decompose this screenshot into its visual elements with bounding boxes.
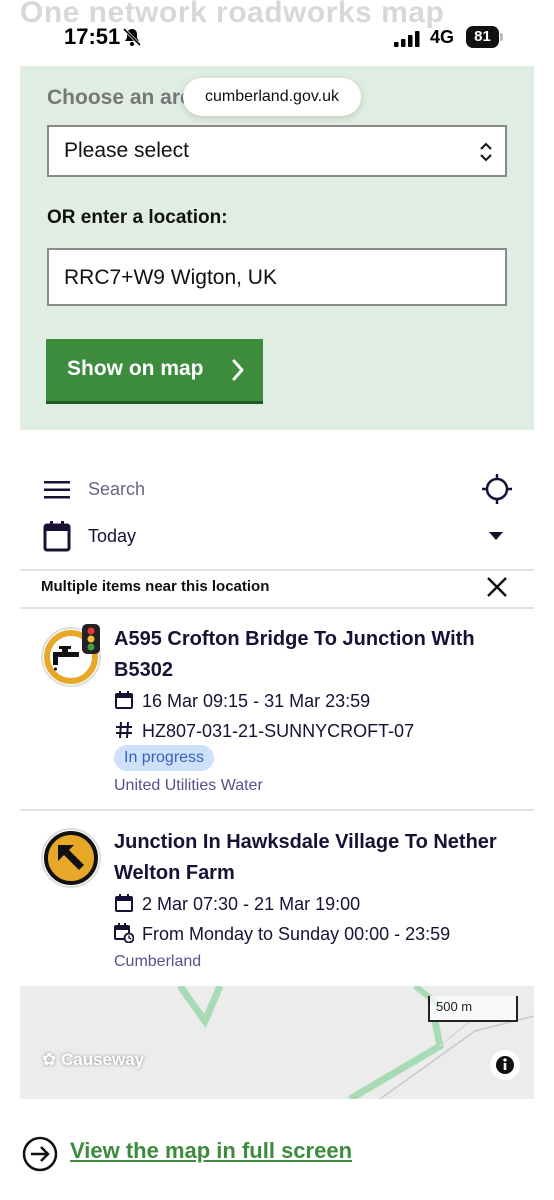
map-search-bar: Search xyxy=(0,466,554,512)
result-reference: HZ807-031-21-SUNNYCROFT-07 xyxy=(114,720,414,742)
enter-location-label: OR enter a location: xyxy=(47,207,228,228)
result-owner: Cumberland xyxy=(114,953,202,970)
location-input[interactable]: RRC7+W9 Wigton, UK xyxy=(47,248,507,306)
calendar-clock-icon xyxy=(114,923,134,943)
results-heading: Multiple items near this location xyxy=(41,578,270,595)
browser-url-pill[interactable]: cumberland.gov.uk xyxy=(183,78,361,116)
bell-muted-icon xyxy=(122,27,142,47)
diversion-arrow-icon xyxy=(41,828,101,888)
result-schedule-text: From Monday to Sunday 00:00 - 23:59 xyxy=(142,924,451,944)
show-on-map-button[interactable]: Show on map xyxy=(46,339,263,401)
view-full-screen-label: View the map in full screen xyxy=(70,1138,353,1163)
calendar-icon xyxy=(115,894,133,912)
result-item[interactable]: Junction In Hawksdale Village To Nether … xyxy=(20,811,534,985)
area-select[interactable]: Please select xyxy=(47,125,507,177)
status-badge: In progress xyxy=(114,745,215,771)
signal-strength-icon xyxy=(394,31,420,47)
choose-area-label: Choose an are xyxy=(47,86,192,109)
date-filter-value: Today xyxy=(88,526,137,546)
info-icon xyxy=(496,1056,514,1074)
result-item[interactable]: A595 Crofton Bridge To Junction With B53… xyxy=(20,608,534,810)
select-updown-icon xyxy=(480,142,492,162)
map-info-button[interactable] xyxy=(490,1050,520,1080)
result-dates-text: 16 Mar 09:15 - 31 Mar 23:59 xyxy=(142,691,371,711)
network-type: 4G xyxy=(430,27,455,47)
battery-icon: 81 xyxy=(466,26,504,48)
causeway-logo: ✿ Causeway xyxy=(42,1050,145,1069)
result-owner: United Utilities Water xyxy=(114,777,263,794)
result-dates: 16 Mar 09:15 - 31 Mar 23:59 xyxy=(114,690,370,712)
map-scale-bar: 500 m xyxy=(428,996,518,1022)
battery-level: 81 xyxy=(466,26,499,48)
divider xyxy=(20,569,534,571)
date-filter[interactable]: Today xyxy=(0,516,554,556)
calendar-icon xyxy=(43,521,71,552)
result-title[interactable]: Junction In Hawksdale Village To Nether … xyxy=(114,827,524,889)
location-search-panel: Choose an are cumberland.gov.uk Please s… xyxy=(20,66,534,430)
close-icon[interactable] xyxy=(486,576,508,598)
water-roadworks-traffic-light-icon xyxy=(41,624,101,687)
dropdown-caret-icon xyxy=(489,532,503,540)
calendar-icon xyxy=(115,691,133,709)
status-bar: 17:51 4G 81 xyxy=(0,0,554,70)
map-preview[interactable]: 500 m ✿ Causeway xyxy=(20,986,534,1099)
area-select-value: Please select xyxy=(64,139,189,162)
menu-icon[interactable] xyxy=(44,481,70,499)
map-search-input[interactable]: Search xyxy=(88,479,145,500)
hash-icon xyxy=(116,721,132,739)
result-reference-text: HZ807-031-21-SUNNYCROFT-07 xyxy=(142,721,415,741)
result-title[interactable]: A595 Crofton Bridge To Junction With B53… xyxy=(114,624,524,686)
show-on-map-label: Show on map xyxy=(67,357,204,380)
view-full-screen-link[interactable]: View the map in full screen xyxy=(22,1134,422,1172)
result-schedule: From Monday to Sunday 00:00 - 23:59 xyxy=(114,923,450,945)
result-dates-text: 2 Mar 07:30 - 21 Mar 19:00 xyxy=(142,894,361,914)
causeway-attribution: Causeway xyxy=(60,1050,145,1069)
status-time: 17:51 xyxy=(64,24,121,49)
chevron-right-icon xyxy=(232,359,244,381)
result-dates: 2 Mar 07:30 - 21 Mar 19:00 xyxy=(114,893,360,915)
arrow-right-circle-icon xyxy=(22,1136,58,1172)
location-input-value: RRC7+W9 Wigton, UK xyxy=(64,266,277,289)
my-location-icon[interactable] xyxy=(482,474,512,504)
